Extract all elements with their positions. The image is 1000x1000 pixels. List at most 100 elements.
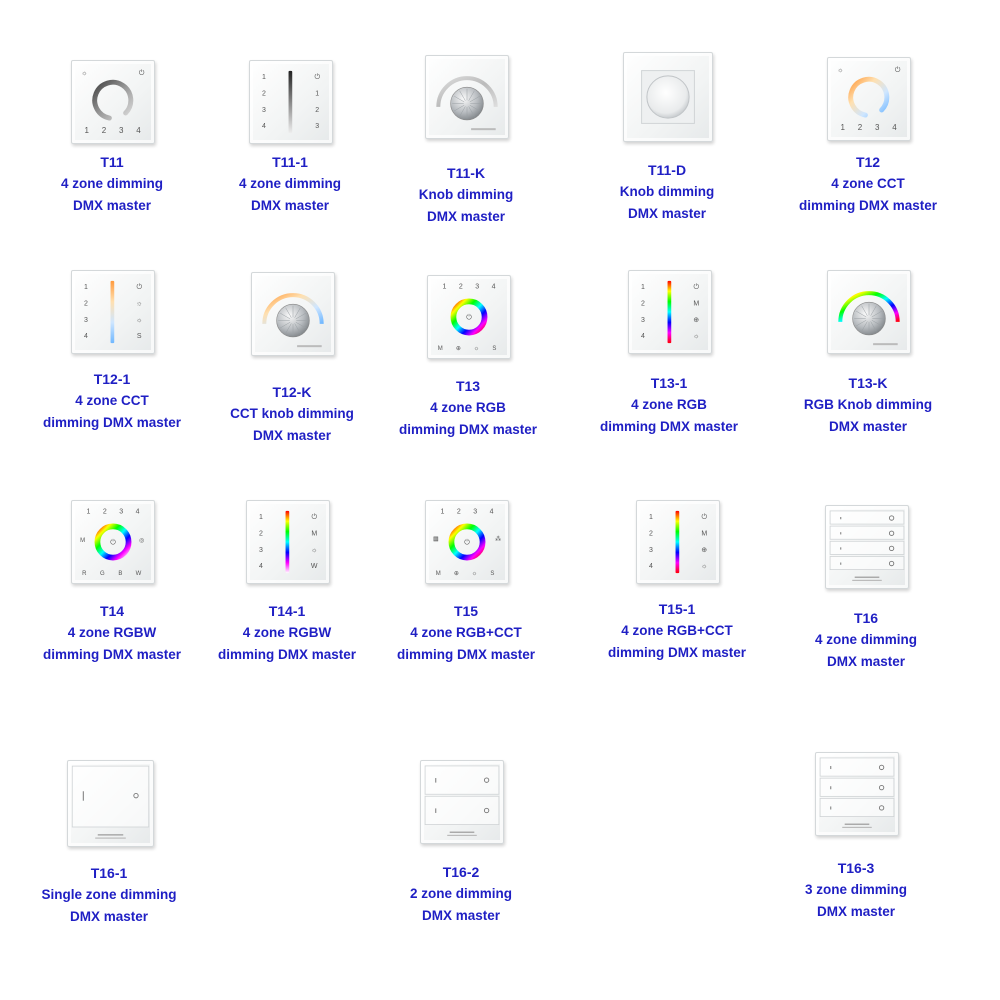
- description-line: DMX master: [250, 198, 330, 213]
- product-caption: T11 4 zone dimming DMX master: [32, 151, 192, 217]
- svg-text:1: 1: [84, 284, 88, 291]
- model-number: T16-2: [442, 864, 480, 880]
- product-caption: T14 4 zone RGBW dimming DMX master: [32, 600, 192, 666]
- svg-text:M: M: [438, 346, 443, 352]
- product-caption: T11-1 4 zone dimming DMX master: [210, 151, 370, 217]
- svg-text:⏻: ⏻: [110, 538, 116, 546]
- wall-panel-image: 1 2 3 4 ⏻ ☼ ☼ S: [71, 270, 155, 354]
- svg-text:⏻: ⏻: [314, 73, 320, 81]
- product-caption: T11-D Knob dimming DMX master: [587, 159, 747, 225]
- svg-text:1: 1: [841, 123, 846, 132]
- description-line: 4 zone RGB+CCT: [621, 623, 733, 638]
- svg-text:⏻: ⏻: [464, 538, 470, 546]
- svg-text:2: 2: [102, 126, 107, 135]
- description-line: dimming DMX master: [42, 647, 182, 662]
- product-caption: T15-1 4 zone RGB+CCT dimming DMX master: [597, 598, 757, 664]
- wall-panel-image: 1 2 3 4 ⏻ M ☼ W: [246, 500, 330, 584]
- description-line: Single zone dimming: [41, 887, 177, 902]
- svg-text:3: 3: [649, 547, 653, 554]
- product-caption: T16-3 3 zone dimming DMX master: [776, 857, 936, 923]
- svg-text:⏻: ⏻: [895, 66, 901, 74]
- svg-text:3: 3: [119, 508, 123, 515]
- svg-text:G: G: [100, 571, 105, 577]
- svg-text:S: S: [492, 346, 496, 352]
- description-line: dimming DMX master: [217, 647, 357, 662]
- svg-text:1: 1: [85, 126, 90, 135]
- product-caption: T12-1 4 zone CCT dimming DMX master: [32, 368, 192, 434]
- wall-panel-image: [623, 52, 713, 142]
- svg-text:☼: ☼: [701, 563, 707, 570]
- description-line: dimming DMX master: [398, 422, 538, 437]
- product-caption: T13-1 4 zone RGB dimming DMX master: [589, 372, 749, 438]
- svg-text:B: B: [118, 571, 122, 577]
- model-number: T14-1: [268, 603, 306, 619]
- svg-text:4: 4: [649, 563, 653, 570]
- svg-text:M: M: [693, 300, 699, 307]
- svg-text:⏻: ⏻: [466, 313, 472, 321]
- svg-text:2: 2: [641, 300, 645, 307]
- svg-text:1: 1: [440, 508, 444, 515]
- svg-text:M: M: [701, 530, 707, 537]
- svg-text:☼: ☼: [472, 571, 478, 577]
- svg-text:1: 1: [649, 514, 653, 521]
- model-number: T14: [99, 603, 125, 619]
- svg-text:2: 2: [649, 530, 653, 537]
- wall-panel-image: [251, 272, 335, 356]
- svg-text:M: M: [436, 571, 441, 577]
- wall-panel-image: ☼ ⏻ 1 2 3 4: [827, 57, 911, 141]
- svg-text:3: 3: [315, 123, 319, 130]
- svg-text:2: 2: [315, 107, 319, 114]
- description-line: DMX master: [828, 419, 908, 434]
- svg-text:2: 2: [103, 508, 107, 515]
- svg-text:3: 3: [475, 283, 479, 290]
- svg-text:☼: ☼: [136, 300, 142, 307]
- svg-text:4: 4: [492, 283, 496, 290]
- model-number: T12: [855, 154, 881, 170]
- svg-text:◎: ◎: [139, 538, 144, 544]
- description-line: DMX master: [72, 198, 152, 213]
- svg-text:⊕: ⊕: [693, 317, 699, 324]
- model-number: T12-1: [93, 371, 131, 387]
- wall-panel-image: [815, 752, 899, 836]
- model-number: T15: [453, 603, 479, 619]
- description-line: DMX master: [816, 904, 896, 919]
- svg-text:⏻: ⏻: [701, 513, 707, 521]
- wall-panel-image: [425, 55, 509, 139]
- description-line: dimming DMX master: [396, 647, 536, 662]
- product-caption: T14-1 4 zone RGBW dimming DMX master: [207, 600, 367, 666]
- svg-text:⊕: ⊕: [454, 571, 459, 577]
- svg-text:2: 2: [84, 300, 88, 307]
- svg-text:☼: ☼: [136, 317, 142, 324]
- svg-text:W: W: [136, 571, 142, 577]
- description-line: 4 zone dimming: [60, 176, 163, 191]
- wall-panel-image: [66, 760, 154, 847]
- wall-panel-image: [420, 760, 504, 844]
- svg-text:☼: ☼: [474, 346, 480, 352]
- description-line: 4 zone dimming: [238, 176, 341, 191]
- model-number: T11: [100, 154, 124, 170]
- svg-text:4: 4: [892, 123, 897, 132]
- wall-panel-image: [825, 505, 909, 589]
- description-line: 4 zone RGBW: [67, 625, 157, 640]
- svg-text:1: 1: [315, 90, 319, 97]
- description-line: 4 zone RGB: [631, 397, 707, 412]
- svg-text:⏻: ⏻: [139, 69, 145, 77]
- wall-panel-image: ☼ ⏻ 1 2 3 4: [71, 60, 155, 144]
- description-line: Knob dimming: [619, 184, 715, 199]
- svg-text:1: 1: [259, 514, 263, 521]
- wall-panel-image: 1 2 3 4 ⏻ M ⊕ ☼: [636, 500, 720, 584]
- description-line: DMX master: [627, 206, 707, 221]
- description-line: 4 zone CCT: [831, 176, 905, 191]
- svg-text:R: R: [82, 571, 87, 577]
- svg-text:S: S: [137, 333, 142, 340]
- svg-text:3: 3: [473, 508, 477, 515]
- svg-text:M: M: [311, 530, 317, 537]
- svg-text:⏻: ⏻: [136, 283, 142, 291]
- product-catalog: { "products": [ {"model":"T11","lines":[…: [0, 0, 1000, 1000]
- svg-text:1: 1: [641, 284, 645, 291]
- svg-text:3: 3: [84, 317, 88, 324]
- description-line: 3 zone dimming: [804, 882, 907, 897]
- product-caption: T16-1 Single zone dimming DMX master: [29, 862, 189, 928]
- svg-text:4: 4: [262, 123, 266, 130]
- svg-text:2: 2: [259, 530, 263, 537]
